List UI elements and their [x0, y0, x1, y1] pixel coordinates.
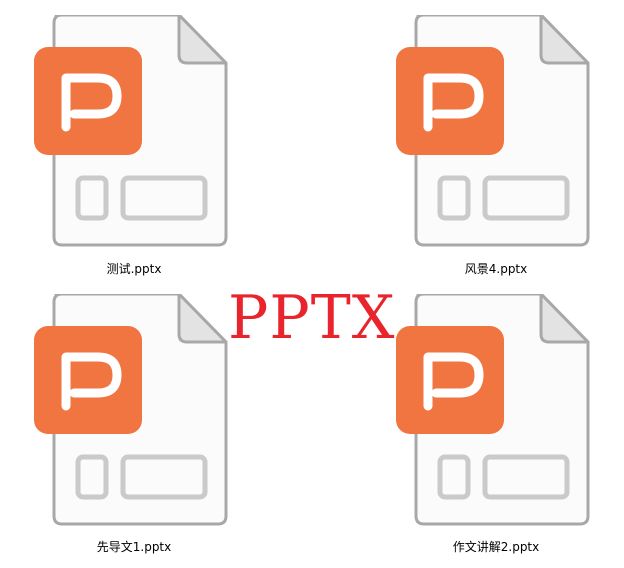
file-item-ceshi[interactable]: 测试.pptx — [34, 15, 234, 285]
powerpoint-file-icon — [34, 15, 234, 249]
powerpoint-file-icon — [396, 15, 596, 249]
powerpoint-file-icon — [396, 294, 596, 528]
file-item-fengjing4[interactable]: 风景4.pptx — [396, 15, 596, 285]
file-name: 风景4.pptx — [464, 262, 528, 276]
pptx-watermark-label: PPTX — [228, 283, 396, 353]
file-name: 作文讲解2.pptx — [452, 540, 540, 554]
file-name: 测试.pptx — [106, 262, 162, 276]
file-browser: 测试.pptx 风景4.pptx 先导文1.pptx 作文讲解2.pptx PP… — [0, 0, 624, 568]
file-item-zuowenjiangjie2[interactable]: 作文讲解2.pptx — [396, 294, 596, 564]
powerpoint-file-icon — [34, 294, 234, 528]
file-name: 先导文1.pptx — [96, 540, 172, 554]
file-item-xiandaowen1[interactable]: 先导文1.pptx — [34, 294, 234, 564]
